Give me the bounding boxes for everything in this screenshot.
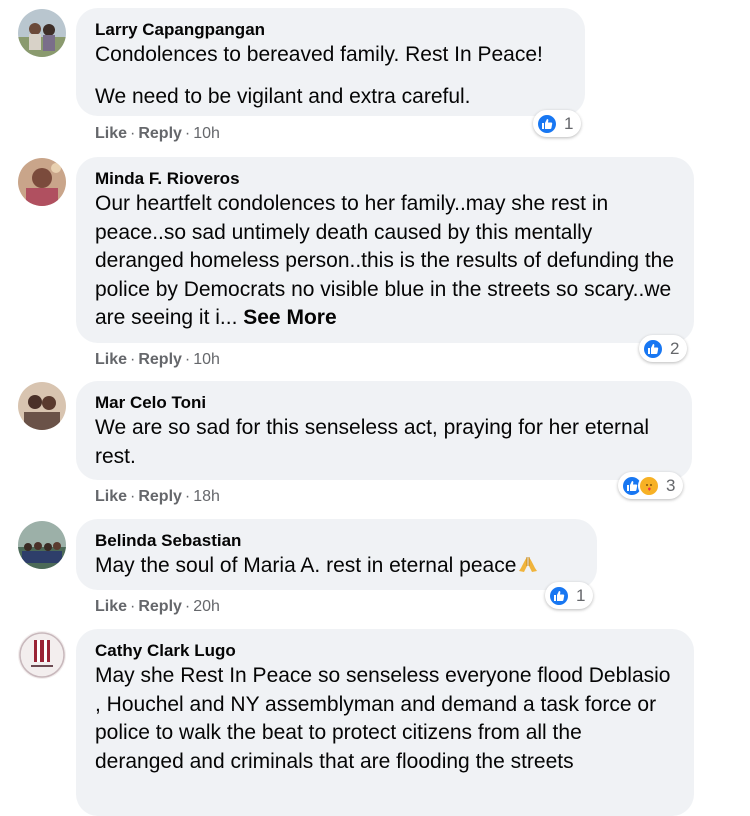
- separator: ·: [184, 488, 191, 505]
- reply-button[interactable]: Reply: [138, 598, 182, 615]
- reaction-count: 1: [576, 585, 586, 605]
- comment-paragraph: Condolences to bereaved family. Rest In …: [95, 43, 543, 66]
- avatar[interactable]: [18, 382, 66, 430]
- see-more-link[interactable]: See More: [243, 306, 336, 329]
- like-reaction-icon: [536, 112, 558, 135]
- comment-bubble: Minda F. Rioveros Our heartfelt condolen…: [76, 157, 694, 343]
- reaction-count: 2: [670, 338, 680, 358]
- like-reaction-icon: [642, 337, 664, 360]
- like-button[interactable]: Like: [95, 351, 127, 368]
- comment-text: May she Rest In Peace so senseless every…: [95, 664, 671, 773]
- reaction-count: 1: [564, 113, 574, 133]
- comment-time[interactable]: 20h: [193, 598, 220, 615]
- separator: ·: [184, 598, 191, 615]
- reply-button[interactable]: Reply: [138, 488, 182, 505]
- comment-text: We are so sad for this senseless act, pr…: [95, 416, 650, 468]
- reaction-count: 3: [666, 475, 676, 495]
- comment-author[interactable]: Cathy Clark Lugo: [95, 640, 676, 662]
- comment-text-body: May the soul of Maria A. rest in eternal…: [95, 554, 517, 577]
- comment-text-body: Our heartfelt condolences to her family.…: [95, 192, 675, 330]
- avatar[interactable]: [18, 521, 66, 569]
- avatar[interactable]: [18, 158, 66, 206]
- comment-text: May the soul of Maria A. rest in eternal…: [95, 552, 579, 583]
- comment-bubble: Larry Capangpangan Condolences to bereav…: [76, 8, 585, 116]
- like-reaction-icon: [548, 584, 570, 607]
- separator: ·: [130, 351, 136, 368]
- comment-author[interactable]: Mar Celo Toni: [95, 392, 674, 414]
- comment-text: Condolences to bereaved family. Rest In …: [95, 41, 567, 111]
- like-button[interactable]: Like: [95, 598, 127, 615]
- separator: ·: [184, 125, 191, 142]
- avatar[interactable]: [18, 9, 66, 57]
- reaction-summary[interactable]: 1: [545, 582, 594, 609]
- comment-author[interactable]: Larry Capangpangan: [95, 19, 567, 41]
- like-button[interactable]: Like: [95, 488, 127, 505]
- comment-bubble: Cathy Clark Lugo May she Rest In Peace s…: [76, 629, 694, 816]
- reaction-summary[interactable]: 2: [639, 335, 688, 362]
- reaction-summary[interactable]: 3: [618, 472, 684, 499]
- folded-hands-emoji-icon: [518, 554, 538, 583]
- comment-text: Our heartfelt condolences to her family.…: [95, 190, 676, 333]
- separator: ·: [130, 598, 136, 615]
- comment-time[interactable]: 10h: [193, 351, 220, 368]
- reply-button[interactable]: Reply: [138, 125, 182, 142]
- comment-author[interactable]: Belinda Sebastian: [95, 530, 579, 552]
- comment-bubble: Mar Celo Toni We are so sad for this sen…: [76, 381, 692, 480]
- comment-paragraph: We need to be vigilant and extra careful…: [95, 84, 471, 108]
- like-button[interactable]: Like: [95, 125, 127, 142]
- comment-actions: Like · Reply · 20h: [95, 597, 220, 617]
- comment-bubble: Belinda Sebastian May the soul of Maria …: [76, 519, 597, 590]
- reaction-summary[interactable]: 1: [533, 110, 582, 137]
- comment-time[interactable]: 10h: [193, 125, 220, 142]
- comment-actions: Like · Reply · 10h: [95, 350, 220, 370]
- comment-actions: Like · Reply · 10h: [95, 124, 220, 144]
- comment-actions: Like · Reply · 18h: [95, 487, 220, 507]
- care-reaction-icon: [638, 474, 660, 497]
- avatar[interactable]: [18, 631, 66, 679]
- separator: ·: [130, 488, 136, 505]
- comment-time[interactable]: 18h: [193, 488, 220, 505]
- reply-button[interactable]: Reply: [138, 351, 182, 368]
- separator: ·: [130, 125, 136, 142]
- separator: ·: [184, 351, 191, 368]
- comment-author[interactable]: Minda F. Rioveros: [95, 168, 676, 190]
